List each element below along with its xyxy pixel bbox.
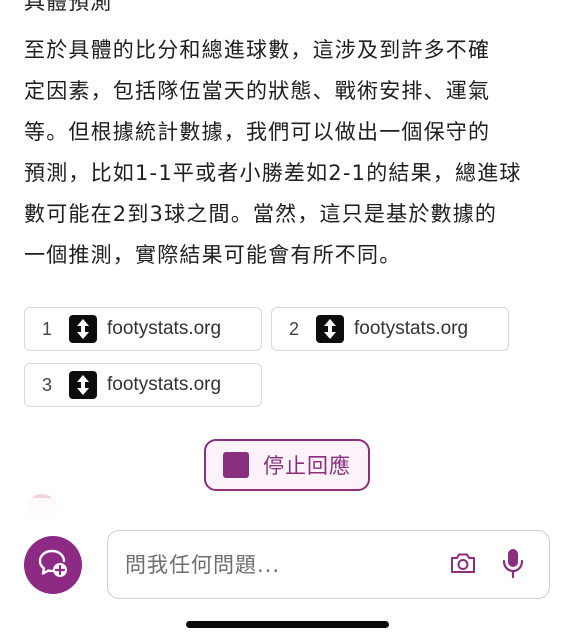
new-chat-button[interactable] bbox=[24, 536, 82, 594]
source-chip-3[interactable]: 3 footystats.org bbox=[24, 363, 262, 407]
answer-line: 預測，比如1-1平或者小勝差如2-1的結果，總進球 bbox=[24, 161, 522, 185]
stop-icon bbox=[223, 452, 249, 478]
stop-responding-button[interactable]: 停止回應 bbox=[204, 439, 370, 491]
camera-button[interactable] bbox=[443, 545, 483, 585]
message-input-box[interactable] bbox=[107, 530, 550, 599]
answer-line: 定因素，包括隊伍當天的狀態、戰術安排、運氣 bbox=[24, 79, 491, 103]
source-chip-2[interactable]: 2 footystats.org bbox=[271, 307, 509, 351]
source-site: footystats.org bbox=[354, 318, 469, 339]
chat-plus-icon bbox=[36, 546, 70, 584]
answer-text: 至於具體的比分和總進球數，這涉及到許多不確 定因素，包括隊伍當天的狀態、戰術安排… bbox=[24, 30, 554, 276]
stop-button-label: 停止回應 bbox=[263, 454, 351, 478]
source-site: footystats.org bbox=[107, 374, 222, 395]
footystats-logo-icon bbox=[69, 315, 97, 343]
source-number: 3 bbox=[41, 374, 52, 395]
message-input[interactable] bbox=[108, 551, 443, 578]
source-number: 2 bbox=[288, 318, 299, 339]
answer-line: 至於具體的比分和總進球數，這涉及到許多不確 bbox=[24, 38, 491, 62]
cutoff-heading: 具體預測 bbox=[24, 0, 112, 14]
microphone-button[interactable] bbox=[493, 545, 533, 585]
camera-icon bbox=[449, 551, 477, 579]
home-indicator[interactable] bbox=[186, 621, 389, 628]
source-site: footystats.org bbox=[107, 318, 222, 339]
source-chip-1[interactable]: 1 footystats.org bbox=[24, 307, 262, 351]
source-number: 1 bbox=[41, 318, 52, 339]
footystats-logo-icon bbox=[69, 371, 97, 399]
answer-line: 一個推測，實際結果可能會有所不同。 bbox=[24, 243, 402, 267]
microphone-icon bbox=[501, 547, 525, 583]
footystats-logo-icon bbox=[316, 315, 344, 343]
answer-line: 等。但根據統計數據，我們可以做出一個保守的 bbox=[24, 120, 491, 144]
answer-line: 數可能在2到3球之間。當然，這只是基於數據的 bbox=[24, 202, 498, 226]
